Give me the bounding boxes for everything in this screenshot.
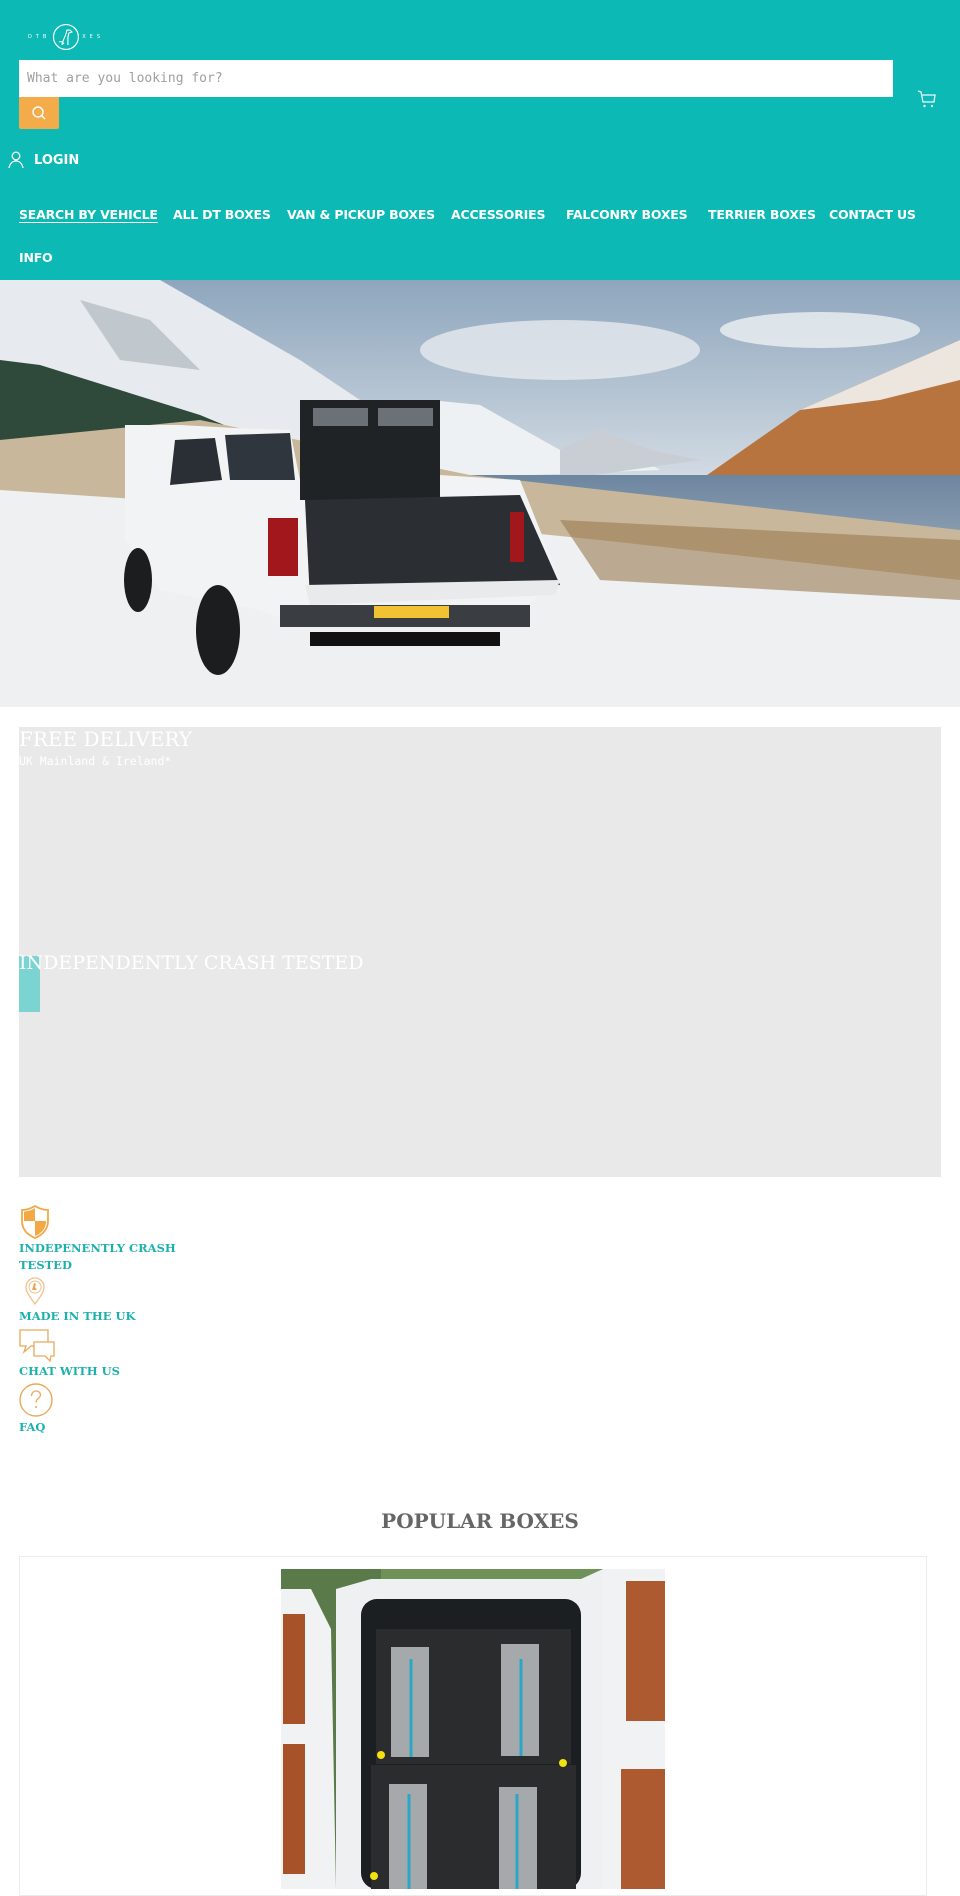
search-button[interactable] — [19, 97, 59, 129]
map-pin-icon — [25, 1277, 45, 1306]
van-dog-box-illustration — [281, 1569, 665, 1889]
feature-made-in-uk[interactable]: MADE IN THE UK — [19, 1276, 136, 1325]
nav-accessories[interactable]: ACCESSORIES — [451, 207, 545, 222]
logo-text-right: XES — [82, 34, 104, 40]
hero-image[interactable] — [0, 280, 960, 707]
login-label: LOGIN — [34, 152, 80, 168]
feature-label: INDEPENENTLY CRASH — [19, 1241, 176, 1255]
nav-contact-us[interactable]: CONTACT US — [829, 207, 916, 222]
nav-falconry-boxes[interactable]: FALCONRY BOXES — [566, 207, 688, 222]
promo-title-crash-tested: INDEPENDENTLY CRASH TESTED — [19, 952, 364, 974]
feature-chat[interactable]: CHAT WITH US — [19, 1328, 120, 1380]
feature-label: MADE IN THE UK — [19, 1309, 136, 1323]
nav-search-by-vehicle[interactable]: SEARCH BY VEHICLE — [19, 207, 158, 222]
shield-icon — [21, 1204, 49, 1239]
site-header: DTB XES LOGIN SEARCH BY VEHICLE ALL DT B… — [0, 0, 960, 280]
feature-label: FAQ — [19, 1420, 46, 1434]
product-card[interactable] — [19, 1556, 927, 1896]
chat-icon — [19, 1329, 55, 1362]
feature-crash-tested[interactable]: INDEPENENTLY CRASH TESTED — [19, 1204, 176, 1274]
promo-title-free-delivery: FREE DELIVERY — [19, 727, 192, 751]
cart-icon — [917, 90, 936, 108]
nav-info[interactable]: INFO — [19, 250, 53, 265]
nav-terrier-boxes[interactable]: TERRIER BOXES — [708, 207, 816, 222]
promo-subtitle: UK Mainland & Ireland* — [19, 754, 172, 768]
product-image[interactable] — [281, 1569, 665, 1889]
login-link[interactable]: LOGIN — [8, 151, 79, 169]
promo-slider: FREE DELIVERY UK Mainland & Ireland* IND… — [19, 727, 941, 1177]
logo-text-left: DTB — [28, 34, 51, 40]
feature-label: TESTED — [19, 1258, 72, 1272]
cart-button[interactable] — [917, 89, 937, 109]
logo[interactable]: DTB XES — [28, 22, 104, 52]
hero-illustration — [0, 280, 960, 707]
nav-van-pickup-boxes[interactable]: VAN & PICKUP BOXES — [287, 207, 435, 222]
help-icon — [19, 1383, 53, 1417]
search-icon — [32, 106, 46, 120]
search-input[interactable] — [19, 60, 893, 97]
user-icon — [8, 151, 24, 169]
nav-all-dt-boxes[interactable]: ALL DT BOXES — [173, 207, 271, 222]
feature-label: CHAT WITH US — [19, 1364, 120, 1378]
dog-logo-icon — [53, 23, 80, 51]
popular-boxes-title: POPULAR BOXES — [381, 1509, 579, 1533]
feature-faq[interactable]: FAQ — [19, 1383, 55, 1436]
